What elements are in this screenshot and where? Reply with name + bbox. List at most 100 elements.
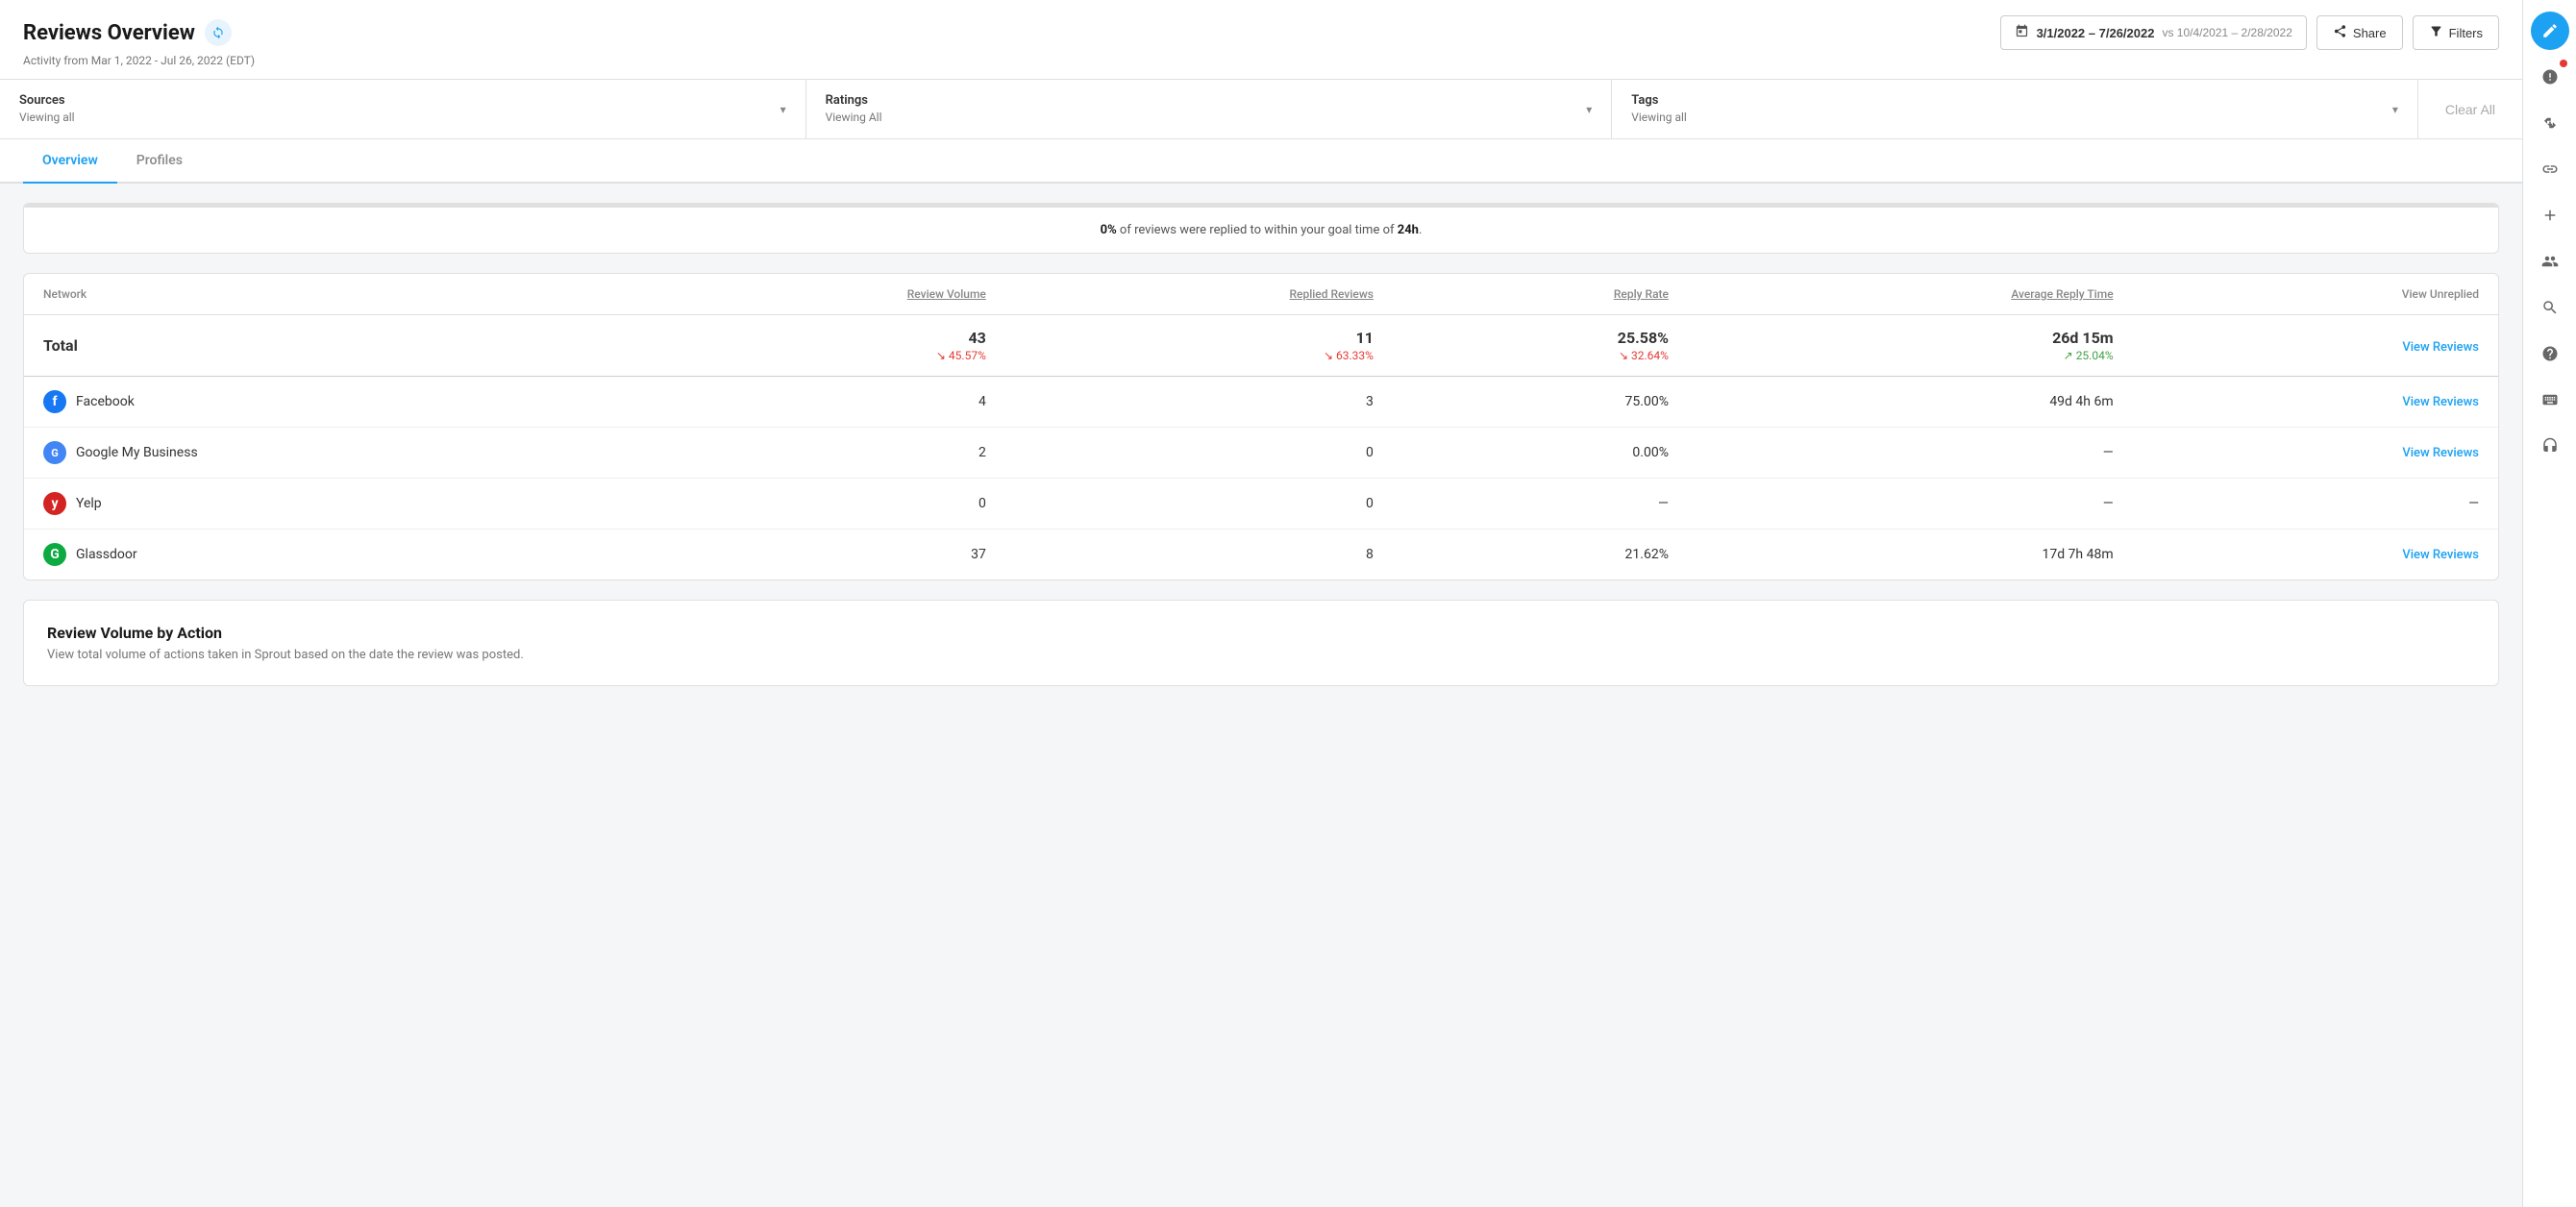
header-actions: 3/1/2022 – 7/26/2022 vs 10/4/2021 – 2/28… [2000, 15, 2499, 50]
col-review-volume[interactable]: Review Volume [634, 274, 1005, 315]
filters-label: Filters [2449, 26, 2483, 40]
sources-label: Sources [19, 93, 75, 108]
facebook-view-reviews[interactable]: View Reviews [2133, 377, 2498, 428]
yelp-view-reviews: — [2133, 479, 2498, 530]
yelp-view-reviews-dash: — [2468, 496, 2479, 511]
yelp-avg-reply-time: — [1688, 479, 2133, 530]
gmb-replied-reviews: 0 [1005, 428, 1393, 479]
col-avg-reply-time[interactable]: Average Reply Time [1688, 274, 2133, 315]
reply-goal-percent: 0% [1101, 223, 1117, 237]
table-row: G Glassdoor 37 8 21.62% [24, 530, 2498, 580]
total-view-reviews[interactable]: View Reviews [2133, 315, 2498, 377]
ratings-value: Viewing All [826, 111, 882, 124]
gmb-view-reviews-link[interactable]: View Reviews [2402, 446, 2479, 460]
glassdoor-icon: G [43, 543, 66, 566]
total-avg-reply-time-sub: ↗ 25.04% [1707, 349, 2114, 362]
col-reply-rate[interactable]: Reply Rate [1393, 274, 1688, 315]
header: Reviews Overview 3/1/2022 – 7/26/2022 vs… [0, 0, 2522, 80]
total-reply-rate: 25.58% ↘ 32.64% [1393, 315, 1688, 377]
table-row: f Facebook 4 3 75.00% [24, 377, 2498, 428]
col-replied-reviews[interactable]: Replied Reviews [1005, 274, 1393, 315]
share-button[interactable]: Share [2316, 15, 2403, 50]
page-body: 0% of reviews were replied to within you… [0, 184, 2522, 705]
alert-icon[interactable] [2531, 58, 2569, 96]
edit-icon[interactable] [2531, 12, 2569, 50]
total-avg-reply-time: 26d 15m ↗ 25.04% [1688, 315, 2133, 377]
total-reply-rate-sub: ↘ 32.64% [1412, 349, 1669, 362]
tags-chevron-icon: ▾ [2392, 103, 2398, 116]
sources-chevron-icon: ▾ [780, 103, 786, 116]
tab-profiles[interactable]: Profiles [117, 139, 202, 184]
add-icon[interactable] [2531, 196, 2569, 234]
filter-bar: Sources Viewing all ▾ Ratings Viewing Al… [0, 80, 2522, 139]
date-range-button[interactable]: 3/1/2022 – 7/26/2022 vs 10/4/2021 – 2/28… [2000, 15, 2307, 50]
facebook-icon: f [43, 390, 66, 413]
col-network: Network [24, 274, 634, 315]
table-total-row: Total 43 ↘ 45.57% 11 ↘ 63.33% 25.58% ↘ [24, 315, 2498, 377]
network-data-card: Network Review Volume Replied Reviews Re… [23, 273, 2499, 580]
connect-icon[interactable] [2531, 104, 2569, 142]
tags-filter[interactable]: Tags Viewing all ▾ [1612, 80, 2418, 138]
yelp-reply-rate: — [1393, 479, 1688, 530]
total-review-volume: 43 ↘ 45.57% [634, 315, 1005, 377]
reply-goal-card: 0% of reviews were replied to within you… [23, 203, 2499, 254]
review-volume-title: Review Volume by Action [47, 624, 2475, 642]
total-review-volume-sub: ↘ 45.57% [654, 349, 986, 362]
total-view-reviews-link[interactable]: View Reviews [2402, 340, 2479, 355]
review-volume-subtitle: View total volume of actions taken in Sp… [47, 648, 2475, 662]
glassdoor-view-reviews[interactable]: View Reviews [2133, 530, 2498, 580]
facebook-avg-reply-time: 49d 4h 6m [1688, 377, 2133, 428]
tags-label: Tags [1631, 93, 1687, 108]
title-group: Reviews Overview [23, 19, 232, 46]
keyboard-icon[interactable] [2531, 381, 2569, 419]
glassdoor-reply-rate: 21.62% [1393, 530, 1688, 580]
total-replied-reviews: 11 ↘ 63.33% [1005, 315, 1393, 377]
ratings-chevron-icon: ▾ [1586, 103, 1592, 116]
calendar-icon [2015, 24, 2029, 41]
facebook-reply-rate: 75.00% [1393, 377, 1688, 428]
gmb-icon: G [43, 441, 66, 464]
share-icon [2333, 24, 2347, 41]
facebook-view-reviews-link[interactable]: View Reviews [2402, 395, 2479, 409]
search-icon[interactable] [2531, 288, 2569, 327]
page-title: Reviews Overview [23, 21, 195, 45]
sync-icon[interactable] [205, 19, 232, 46]
date-range-vs: vs 10/4/2021 – 2/28/2022 [2162, 26, 2291, 39]
people-icon[interactable] [2531, 242, 2569, 281]
glassdoor-view-reviews-link[interactable]: View Reviews [2402, 548, 2479, 562]
ratings-filter[interactable]: Ratings Viewing All ▾ [806, 80, 1613, 138]
filters-button[interactable]: Filters [2413, 15, 2499, 50]
yelp-network-cell: y Yelp [24, 479, 634, 530]
sources-filter[interactable]: Sources Viewing all ▾ [0, 80, 806, 138]
sources-value: Viewing all [19, 111, 75, 124]
table-row: y Yelp 0 0 — [24, 479, 2498, 530]
yelp-replied-reviews: 0 [1005, 479, 1393, 530]
help-icon[interactable] [2531, 334, 2569, 373]
ratings-label: Ratings [826, 93, 882, 108]
gmb-review-volume: 2 [634, 428, 1005, 479]
date-range-main: 3/1/2022 – 7/26/2022 [2037, 26, 2155, 40]
right-sidebar [2522, 0, 2576, 1207]
gmb-view-reviews[interactable]: View Reviews [2133, 428, 2498, 479]
header-subtitle: Activity from Mar 1, 2022 - Jul 26, 2022… [23, 54, 2499, 67]
filters-icon [2429, 24, 2443, 41]
review-volume-card: Review Volume by Action View total volum… [23, 600, 2499, 686]
glassdoor-avg-reply-time: 17d 7h 48m [1688, 530, 2133, 580]
headset-icon[interactable] [2531, 427, 2569, 465]
gmb-reply-rate: 0.00% [1393, 428, 1688, 479]
table-row: G Google My Business 2 0 0.00% [24, 428, 2498, 479]
network-table: Network Review Volume Replied Reviews Re… [24, 274, 2498, 579]
gmb-network-cell: G Google My Business [24, 428, 634, 479]
table-header-row: Network Review Volume Replied Reviews Re… [24, 274, 2498, 315]
facebook-network-cell: f Facebook [24, 377, 634, 428]
reply-goal-time: 24h [1398, 223, 1419, 237]
tab-overview[interactable]: Overview [23, 139, 117, 184]
tags-value: Viewing all [1631, 111, 1687, 124]
reply-goal-middle: of reviews were replied to within your g… [1117, 223, 1398, 237]
facebook-replied-reviews: 3 [1005, 377, 1393, 428]
link-icon[interactable] [2531, 150, 2569, 188]
glassdoor-network-cell: G Glassdoor [24, 530, 634, 580]
clear-all-button[interactable]: Clear All [2418, 80, 2522, 138]
col-view-unreplied: View Unreplied [2133, 274, 2498, 315]
reply-goal-end: . [1419, 223, 1422, 237]
